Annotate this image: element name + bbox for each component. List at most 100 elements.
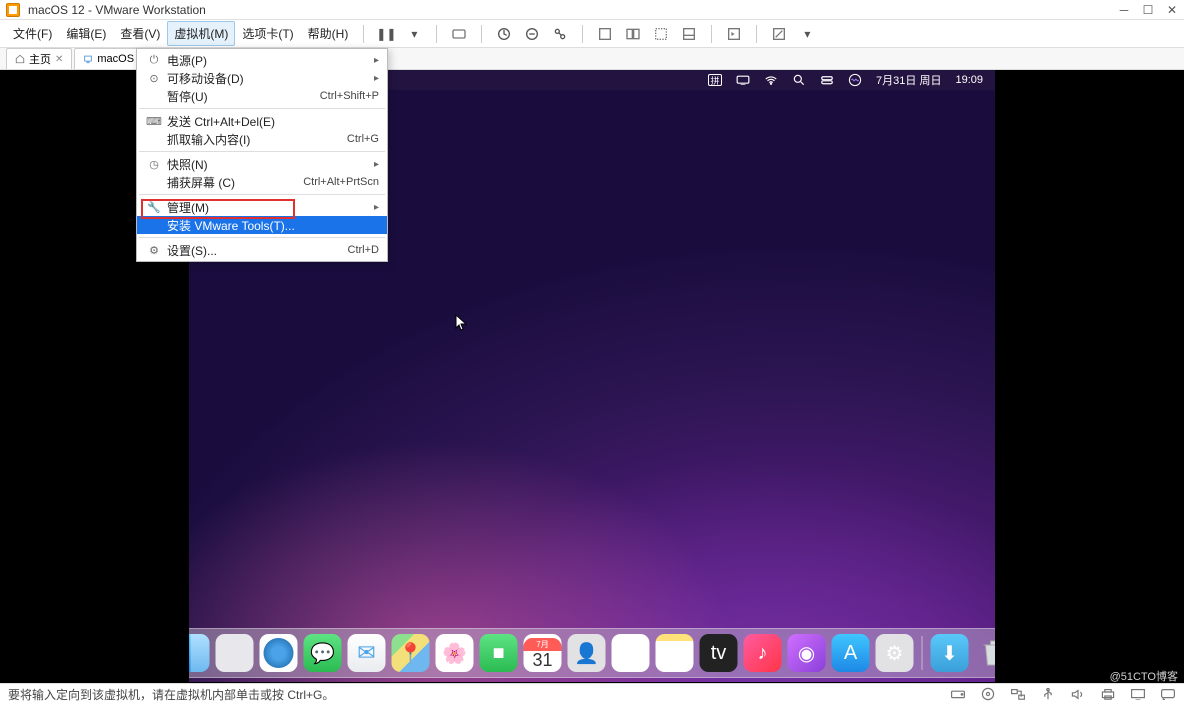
toolbar-separator [363, 25, 364, 43]
view-single-icon[interactable] [595, 24, 615, 44]
menu-snapshot[interactable]: ◷快照(N)▸ [137, 155, 387, 173]
stretch-icon[interactable] [769, 24, 789, 44]
menu-settings[interactable]: ⚙设置(S)...Ctrl+D [137, 241, 387, 259]
menu-vm[interactable]: 虚拟机(M) [167, 21, 235, 46]
menu-power[interactable]: ⏻电源(P)▸ [137, 51, 387, 69]
dock-system-preferences[interactable]: ⚙ [876, 634, 914, 672]
dock-maps[interactable]: 📍 [392, 634, 430, 672]
toolbar-separator [481, 25, 482, 43]
watermark: @51CTO博客 [1110, 668, 1178, 684]
menu-separator [139, 237, 385, 238]
sb-printer-icon[interactable] [1100, 687, 1116, 701]
sb-cd-icon[interactable] [980, 687, 996, 701]
send-icon: ⌨ [145, 115, 163, 128]
pause-button[interactable]: ❚❚ [376, 24, 396, 44]
dock-finder[interactable] [189, 634, 210, 672]
display-icon[interactable] [736, 74, 750, 86]
dock-messages[interactable]: 💬 [304, 634, 342, 672]
menu-capture-screen[interactable]: 捕获屏幕 (C)Ctrl+Alt+PrtScn [137, 173, 387, 191]
sb-display-icon[interactable] [1130, 687, 1146, 701]
submenu-arrow-icon: ▸ [374, 202, 379, 213]
dock-launchpad[interactable] [216, 634, 254, 672]
view-multi-icon[interactable] [623, 24, 643, 44]
power-icon: ⏻ [145, 54, 163, 67]
stretch-dropdown-icon[interactable]: ▾ [797, 24, 817, 44]
tab-close-icon[interactable]: ✕ [55, 54, 63, 65]
window-titlebar: macOS 12 - VMware Workstation ─ ☐ ✕ [0, 0, 1184, 20]
dock-notes[interactable] [656, 634, 694, 672]
menu-install-vmware-tools[interactable]: 安装 VMware Tools(T)... [137, 216, 387, 234]
console-icon[interactable] [724, 24, 744, 44]
window-title: macOS 12 - VMware Workstation [28, 3, 1118, 17]
dock-appstore[interactable]: A [832, 634, 870, 672]
dock-trash[interactable] [975, 634, 996, 672]
menu-grab-input[interactable]: 抓取输入内容(I)Ctrl+G [137, 130, 387, 148]
macos-dock: 💬 ✉ 📍 🌸 ■ 7月31 👤 tv ♪ ◉ A ⚙ ⬇ [189, 628, 995, 678]
menu-send-cad[interactable]: ⌨发送 Ctrl+Alt+Del(E) [137, 112, 387, 130]
toolbar-separator [582, 25, 583, 43]
dock-separator [922, 636, 923, 670]
snapshot-take-icon[interactable] [494, 24, 514, 44]
sb-disk-icon[interactable] [950, 687, 966, 701]
dock-facetime[interactable]: ■ [480, 634, 518, 672]
menubar-date[interactable]: 7月31日 周日 [876, 72, 941, 88]
close-button[interactable]: ✕ [1166, 4, 1178, 16]
toolbar-separator [756, 25, 757, 43]
settings-icon: ⚙ [145, 244, 163, 257]
menu-separator [139, 194, 385, 195]
home-icon [15, 54, 25, 64]
control-center-icon[interactable] [820, 74, 834, 86]
host-menubar: 文件(F) 编辑(E) 查看(V) 虚拟机(M) 选项卡(T) 帮助(H) ❚❚… [0, 20, 1184, 48]
snapshot-revert-icon[interactable] [522, 24, 542, 44]
menu-separator [139, 151, 385, 152]
dock-podcasts[interactable]: ◉ [788, 634, 826, 672]
submenu-arrow-icon: ▸ [374, 159, 379, 170]
sb-sound-icon[interactable] [1070, 687, 1086, 701]
menu-removable-devices[interactable]: ⊙可移动设备(D)▸ [137, 69, 387, 87]
dock-mail[interactable]: ✉ [348, 634, 386, 672]
sb-message-icon[interactable] [1160, 687, 1176, 701]
sb-usb-icon[interactable] [1040, 687, 1056, 701]
submenu-arrow-icon: ▸ [374, 55, 379, 66]
vm-menu-dropdown: ⏻电源(P)▸ ⊙可移动设备(D)▸ 暂停(U)Ctrl+Shift+P ⌨发送… [136, 48, 388, 262]
dock-tv[interactable]: tv [700, 634, 738, 672]
input-method-icon[interactable]: 拼 [708, 74, 722, 86]
dock-downloads[interactable]: ⬇ [931, 634, 969, 672]
siri-icon[interactable] [848, 74, 862, 86]
vmware-app-icon [6, 3, 20, 17]
dock-music[interactable]: ♪ [744, 634, 782, 672]
snapshot-manager-icon[interactable] [550, 24, 570, 44]
view-fullscreen-icon[interactable] [679, 24, 699, 44]
tab-home-label: 主页 [29, 51, 51, 67]
menu-file[interactable]: 文件(F) [6, 21, 59, 46]
minimize-button[interactable]: ─ [1118, 4, 1130, 16]
view-unity-icon[interactable] [651, 24, 671, 44]
menu-manage[interactable]: 🔧管理(M)▸ [137, 198, 387, 216]
maximize-button[interactable]: ☐ [1142, 4, 1154, 16]
menu-view[interactable]: 查看(V) [113, 21, 167, 46]
usb-icon: ⊙ [145, 72, 163, 85]
menu-tabs[interactable]: 选项卡(T) [235, 21, 300, 46]
dock-safari[interactable] [260, 634, 298, 672]
dock-calendar[interactable]: 7月31 [524, 634, 562, 672]
toolbar-separator [711, 25, 712, 43]
menubar-time[interactable]: 19:09 [955, 74, 983, 86]
dock-reminders[interactable] [612, 634, 650, 672]
menu-pause[interactable]: 暂停(U)Ctrl+Shift+P [137, 87, 387, 105]
mouse-cursor-icon [455, 314, 469, 335]
power-dropdown-icon[interactable]: ▾ [404, 24, 424, 44]
manage-icon: 🔧 [145, 201, 163, 214]
menu-edit[interactable]: 编辑(E) [59, 21, 113, 46]
dock-contacts[interactable]: 👤 [568, 634, 606, 672]
toolbar-separator [436, 25, 437, 43]
spotlight-icon[interactable] [792, 74, 806, 86]
sb-network-icon[interactable] [1010, 687, 1026, 701]
send-cad-icon[interactable] [449, 24, 469, 44]
wifi-icon[interactable] [764, 74, 778, 86]
tab-home[interactable]: 主页 ✕ [6, 48, 72, 69]
statusbar-hint: 要将输入定向到该虚拟机，请在虚拟机内部单击或按 Ctrl+G。 [8, 686, 334, 703]
snapshot-icon: ◷ [145, 158, 163, 171]
dock-photos[interactable]: 🌸 [436, 634, 474, 672]
menu-separator [139, 108, 385, 109]
menu-help[interactable]: 帮助(H) [301, 21, 356, 46]
